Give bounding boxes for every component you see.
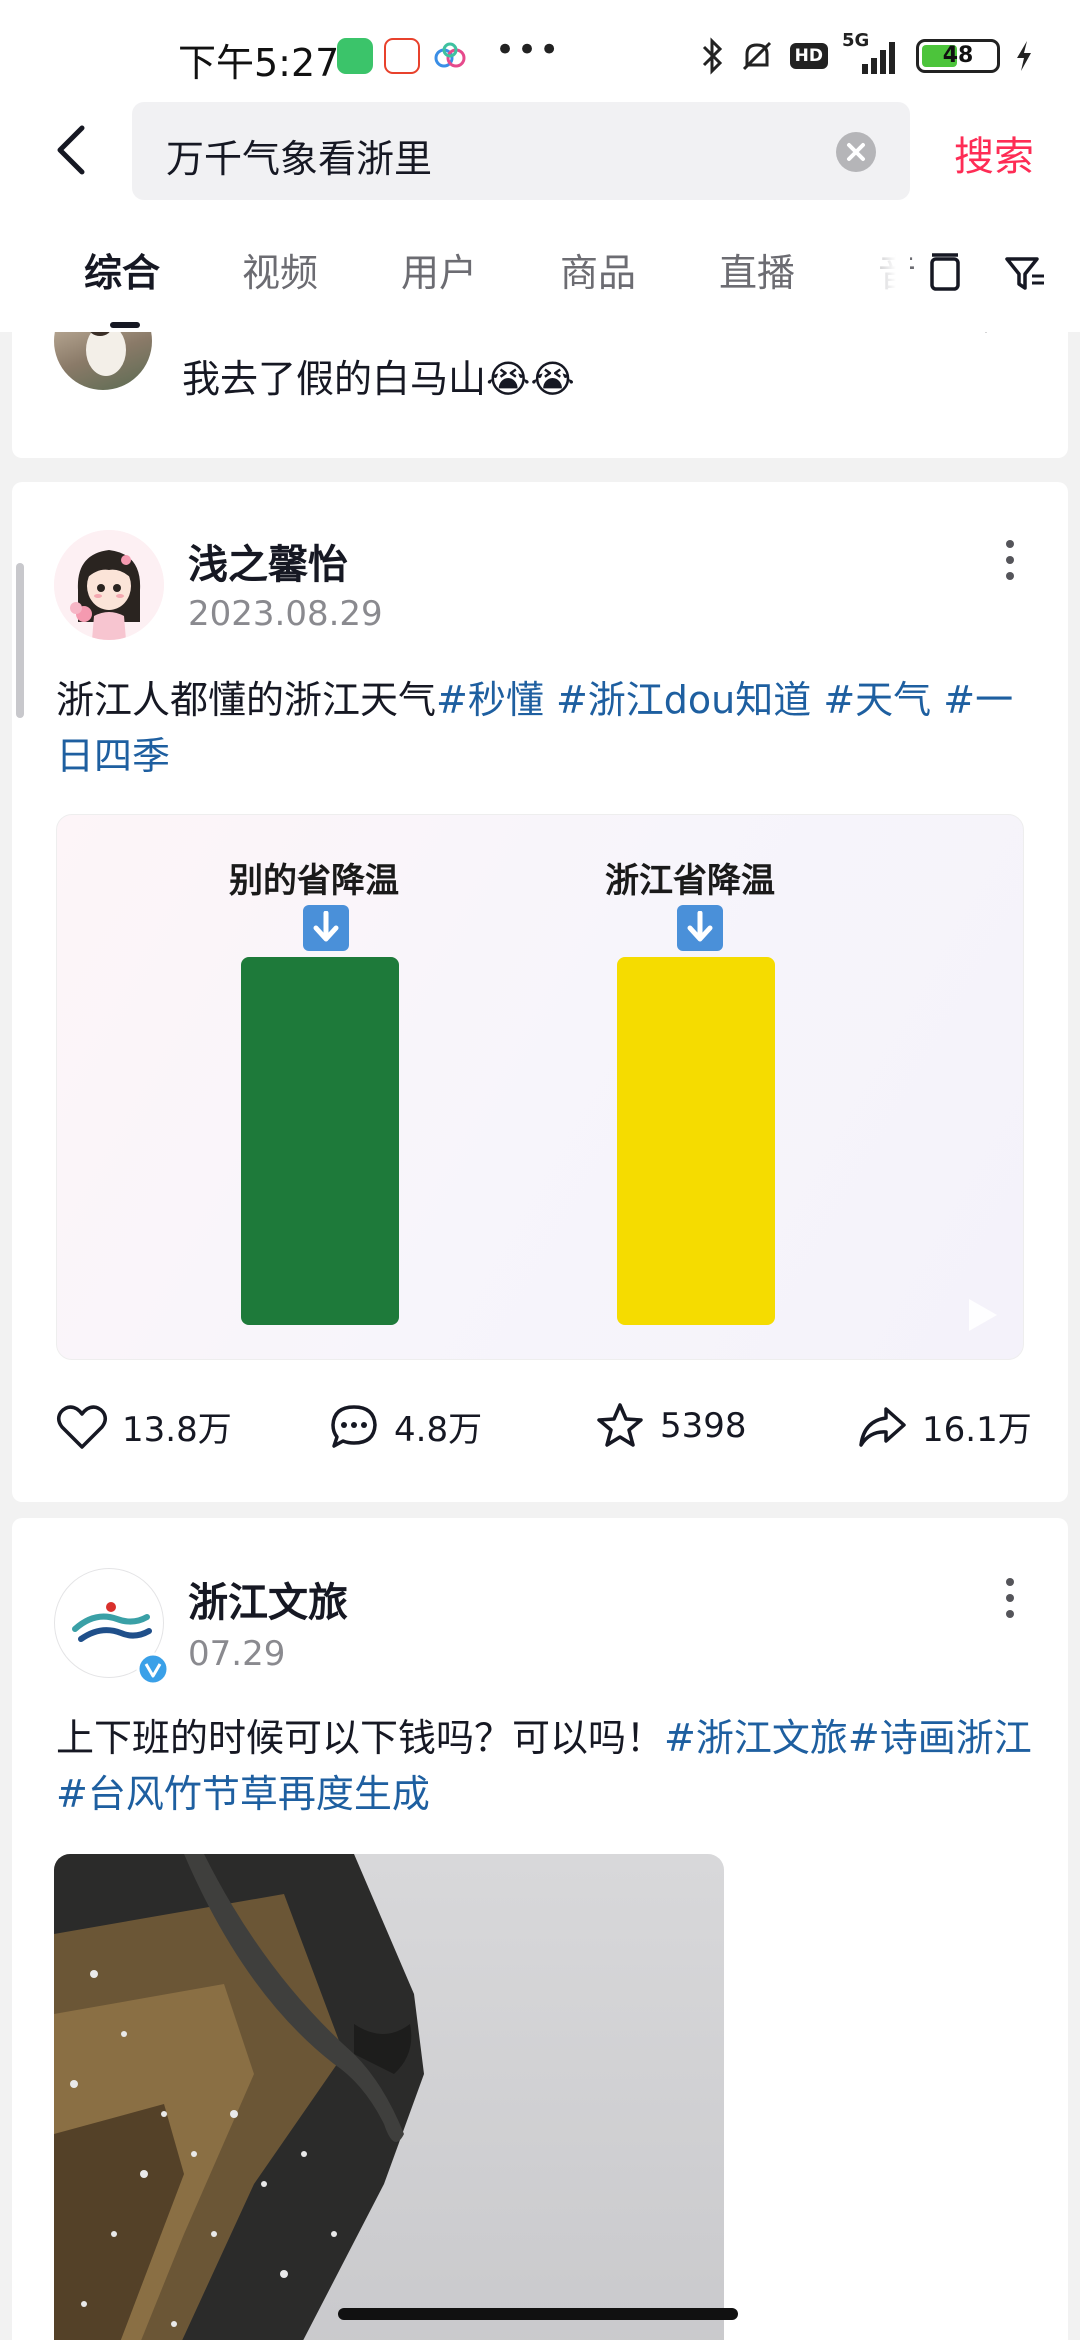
favorite-button[interactable]: 5398 (594, 1402, 747, 1450)
post-text[interactable]: 上下班的时候可以下钱吗？可以吗！#浙江文旅#诗画浙江 #台风竹节草再度生成 (56, 1710, 1036, 1822)
media-label-right: 浙江省降温 (605, 861, 775, 901)
heart-icon (57, 1404, 107, 1449)
more-notifications-icon: ••• (495, 30, 562, 70)
post-card[interactable]: 浙江文旅 07.29 上下班的时候可以下钱吗？可以吗！#浙江文旅#诗画浙江 #台风… (12, 1518, 1068, 2340)
like-button[interactable]: 13.8万 (56, 1402, 232, 1451)
down-arrow-icon (677, 905, 723, 951)
hashtag-link[interactable]: #诗画浙江 (848, 1716, 1032, 1760)
rain-eaves-image (54, 1854, 424, 2340)
expand-icon[interactable] (964, 332, 1008, 340)
58-app-icon (384, 38, 420, 74)
filter-icon (1005, 257, 1044, 290)
tab-video[interactable]: 视频 (242, 242, 318, 297)
status-right-group: HD 5G 48 (700, 32, 1034, 76)
more-options-button[interactable] (998, 530, 1022, 590)
status-time: 下午5:27 (178, 41, 340, 85)
hashtag-link[interactable]: #秒懂 (436, 678, 544, 722)
charging-icon (1017, 41, 1031, 71)
comment-icon (331, 1404, 377, 1448)
back-arrow-icon (57, 125, 85, 175)
cloud-app-icon (432, 38, 468, 74)
media-label-left: 别的省降温 (229, 861, 399, 901)
like-count: 13.8万 (122, 1410, 232, 1450)
share-button[interactable]: 16.1万 (856, 1402, 1032, 1451)
home-indicator[interactable] (338, 2308, 738, 2320)
share-count: 16.1万 (922, 1410, 1032, 1450)
video-thumbnail[interactable] (54, 1854, 724, 2340)
hashtag-link[interactable]: #台风竹节草再度生成 (56, 1772, 430, 1816)
favorite-count: 5398 (660, 1406, 747, 1446)
search-query-text[interactable]: 万千气象看浙里 (166, 128, 432, 183)
filter-button[interactable] (1002, 250, 1048, 296)
mute-bell-icon (742, 41, 771, 71)
verified-badge-icon (136, 1652, 170, 1686)
post-date: 2023.08.29 (188, 594, 383, 634)
author-name[interactable]: 浅之馨怡 (188, 532, 348, 590)
play-icon[interactable] (959, 1293, 1003, 1337)
star-icon (597, 1403, 643, 1447)
search-header: 万千气象看浙里 搜索 (0, 100, 1080, 210)
search-tabs: 综合 视频 用户 商品 直播 音 (0, 210, 1080, 332)
comment-button[interactable]: 4.8万 (328, 1402, 482, 1451)
post-date: 07.29 (188, 1634, 286, 1674)
hashtag-link[interactable]: #浙江文旅 (664, 1716, 848, 1760)
green-bar (241, 957, 399, 1325)
active-tab-indicator (110, 322, 140, 328)
battery-percent: 48 (942, 43, 974, 68)
status-bar: 下午5:27 ••• HD 5G 48 (0, 0, 1080, 100)
post-caption: 浙江人都懂的浙江天气 (56, 678, 437, 722)
layout-toggle-button[interactable] (922, 250, 968, 296)
clear-search-button[interactable] (836, 132, 876, 172)
comment-card[interactable]: 我去了假的白马山😭😭 (12, 332, 1068, 458)
bluetooth-icon (702, 37, 722, 75)
avatar[interactable] (54, 530, 164, 640)
hashtag-link[interactable]: #浙江dou知道 (556, 678, 811, 722)
tab-comprehensive[interactable]: 综合 (84, 242, 160, 297)
close-icon (847, 143, 865, 161)
signal-icon: 5G (842, 32, 902, 76)
author-name[interactable]: 浙江文旅 (188, 1570, 348, 1628)
tabs-fade (840, 210, 910, 332)
comment-count: 4.8万 (394, 1410, 483, 1450)
post-caption: 上下班的时候可以下钱吗？可以吗！ (56, 1716, 665, 1760)
post-card[interactable]: 浅之馨怡 2023.08.29 浙江人都懂的浙江天气#秒懂 #浙江dou知道 #… (12, 482, 1068, 1502)
back-button[interactable] (40, 114, 110, 184)
scroll-indicator (16, 563, 24, 718)
tab-products[interactable]: 商品 (560, 242, 636, 297)
single-column-icon (930, 253, 960, 291)
tab-live[interactable]: 直播 (719, 242, 795, 297)
wechat-icon (337, 38, 373, 74)
post-text[interactable]: 浙江人都懂的浙江天气#秒懂 #浙江dou知道 #天气 #一日四季 (56, 672, 1036, 784)
battery-icon: 48 (916, 39, 1000, 73)
more-options-button[interactable] (998, 1568, 1022, 1628)
search-input[interactable]: 万千气象看浙里 (132, 102, 910, 200)
hd-badge: HD (789, 43, 828, 69)
search-button[interactable]: 搜索 (954, 124, 1034, 182)
hashtag-link[interactable]: #天气 (823, 678, 931, 722)
search-results-feed[interactable]: 我去了假的白马山😭😭 浅之馨怡 2023.08.29 浙江人都懂的浙江天气#秒懂… (0, 332, 1080, 2340)
video-thumbnail[interactable]: 别的省降温 浙江省降温 (56, 814, 1024, 1360)
yellow-bar (617, 957, 775, 1325)
comment-text: 我去了假的白马山😭😭 (182, 357, 575, 401)
avatar[interactable] (54, 332, 152, 390)
down-arrow-icon (303, 905, 349, 951)
share-arrow-icon (859, 1406, 906, 1447)
tab-users[interactable]: 用户 (401, 242, 477, 297)
